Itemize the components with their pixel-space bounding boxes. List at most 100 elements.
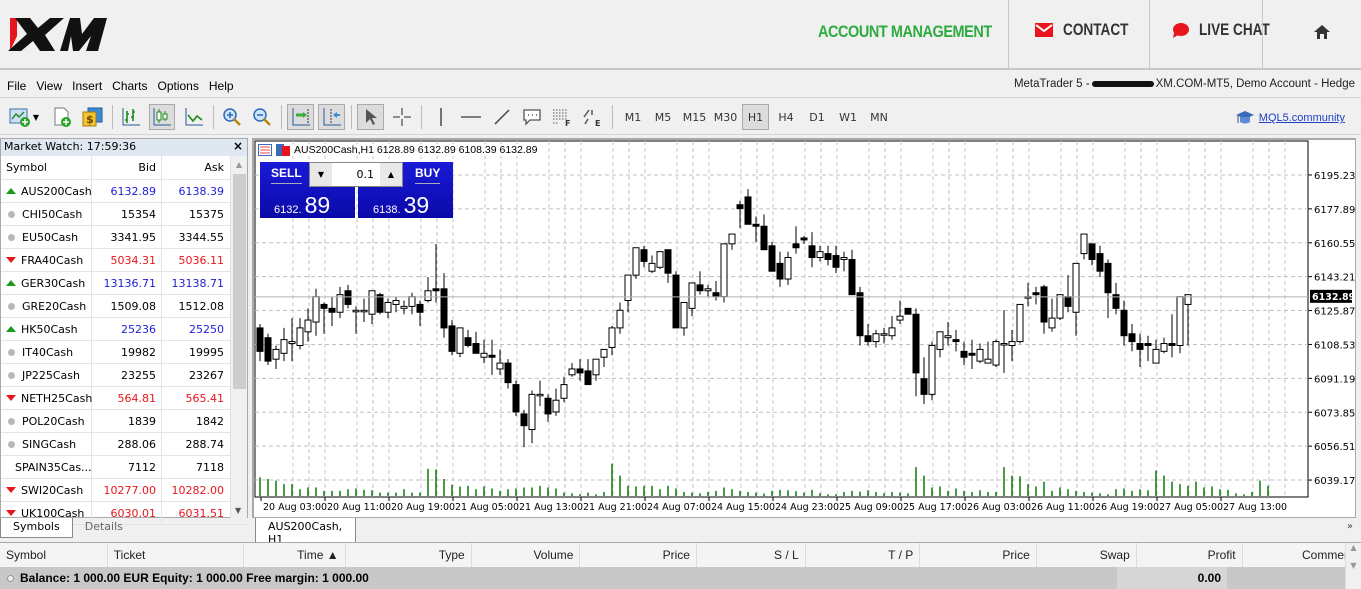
market-watch-row[interactable]: HK50Cash 25236 25250 xyxy=(1,318,247,341)
column-ticket[interactable]: Ticket xyxy=(108,543,244,567)
market-watch-row[interactable]: SINGCash 288.06 288.74 xyxy=(1,433,247,456)
arrow-down-icon xyxy=(6,257,16,263)
market-watch-row[interactable]: FRA40Cash 5034.31 5036.11 xyxy=(1,249,247,272)
home-link[interactable] xyxy=(1314,25,1330,39)
menu-insert[interactable]: Insert xyxy=(72,79,102,93)
live-chat-label: LIVE CHAT xyxy=(1199,20,1270,39)
timeframe-m15[interactable]: M15 xyxy=(680,104,709,130)
new-chart-button[interactable]: ▼ xyxy=(6,104,42,130)
column-sl[interactable]: S / L xyxy=(697,543,806,567)
candle-body xyxy=(632,247,640,276)
column-swap[interactable]: Swap xyxy=(1037,543,1137,567)
neutral-dot-icon xyxy=(8,302,15,310)
timeframe-h4[interactable]: H4 xyxy=(772,104,800,130)
fibonacci-button[interactable]: F xyxy=(549,104,575,130)
timeframe-m5[interactable]: M5 xyxy=(649,104,677,130)
market-watch-row[interactable]: IT40Cash 19982 19995 xyxy=(1,341,247,364)
market-watch-row[interactable]: POL20Cash 1839 1842 xyxy=(1,410,247,433)
menu-charts[interactable]: Charts xyxy=(112,79,147,93)
column-type[interactable]: Type xyxy=(346,543,472,567)
column-ask[interactable]: Ask xyxy=(162,156,230,179)
menu-file[interactable]: File xyxy=(7,79,26,93)
bar-chart-button[interactable] xyxy=(118,104,144,130)
zoom-in-button[interactable] xyxy=(219,104,245,130)
text-label-button[interactable] xyxy=(519,104,545,130)
market-watch-tabs: Symbols Details xyxy=(0,518,248,538)
timeframe-h1[interactable]: H1 xyxy=(742,104,769,130)
scroll-thumb[interactable] xyxy=(233,174,246,389)
column-time[interactable]: Time ▲ xyxy=(244,543,346,567)
market-watch-row[interactable]: AUS200Cash 6132.89 6138.39 xyxy=(1,180,247,203)
column-profit[interactable]: Profit xyxy=(1137,543,1243,567)
market-watch-row[interactable]: GRE20Cash 1509.08 1512.08 xyxy=(1,295,247,318)
scroll-down-icon[interactable]: ▼ xyxy=(235,506,241,515)
column-price[interactable]: Price xyxy=(920,543,1037,567)
more-tabs-icon[interactable]: » xyxy=(1347,521,1353,532)
y-tick-label: 6195.23 xyxy=(1314,171,1355,182)
arrow-down-icon xyxy=(6,395,16,401)
market-watch-row[interactable]: SWI20Cash 10277.00 10282.00 xyxy=(1,479,247,502)
timeframe-m30[interactable]: M30 xyxy=(711,104,740,130)
symbol-name: POL20Cash xyxy=(22,414,85,428)
menu-options[interactable]: Options xyxy=(158,79,199,93)
trading-button[interactable]: $ xyxy=(80,104,104,130)
account-management-link[interactable]: ACCOUNT MANAGEMENT xyxy=(818,22,992,42)
chart-shift-button[interactable] xyxy=(318,104,345,130)
column-bid[interactable]: Bid xyxy=(92,156,162,179)
bid-price: 25236 xyxy=(92,318,162,340)
elliott-wave-button[interactable]: E xyxy=(580,104,606,130)
column-price[interactable]: Price xyxy=(580,543,697,567)
contact-link[interactable]: CONTACT xyxy=(1035,20,1145,40)
horizontal-line-button[interactable] xyxy=(458,104,484,130)
candle-body xyxy=(480,352,488,358)
column-comment[interactable]: Comment xyxy=(1243,543,1361,567)
column-volume[interactable]: Volume xyxy=(472,543,581,567)
scroll-up-icon[interactable]: ▲ xyxy=(231,160,247,169)
new-order-button[interactable] xyxy=(50,104,74,130)
lot-decrease-button[interactable]: ▼ xyxy=(310,163,332,186)
market-watch-row[interactable]: SPAIN35Cas... 7112 7118 xyxy=(1,456,247,479)
timeframe-mn[interactable]: MN xyxy=(865,104,893,130)
bid-price: 5034.31 xyxy=(92,249,162,271)
market-watch-row[interactable]: EU50Cash 3341.95 3344.55 xyxy=(1,226,247,249)
autoscroll-button[interactable] xyxy=(287,104,314,130)
timeframe-w1[interactable]: W1 xyxy=(834,104,862,130)
svg-text:E: E xyxy=(595,119,600,127)
x-tick-label: 25 Aug 09:00 xyxy=(839,502,903,513)
ask-price: 10282.00 xyxy=(171,484,225,497)
cursor-button[interactable] xyxy=(357,104,384,130)
ask-price: 25250 xyxy=(189,323,224,336)
mql5-community-link[interactable]: MQL5.community xyxy=(1235,110,1345,126)
timeframe-d1[interactable]: D1 xyxy=(803,104,831,130)
candle-body xyxy=(344,290,352,305)
xm-logo[interactable] xyxy=(8,10,108,52)
column-tp[interactable]: T / P xyxy=(806,543,921,567)
market-watch-row[interactable]: CHI50Cash 15354 15375 xyxy=(1,203,247,226)
lot-size-stepper[interactable]: ▼ 0.1 ▲ xyxy=(309,162,403,187)
symbol-name: AUS200Cash xyxy=(21,184,92,198)
zoom-out-button[interactable] xyxy=(249,104,275,130)
tab-symbols[interactable]: Symbols xyxy=(0,518,73,538)
live-chat-link[interactable]: LIVE CHAT xyxy=(1172,20,1287,40)
market-watch-scrollbar[interactable]: ▲ ▼ xyxy=(230,156,247,518)
lot-size-input[interactable]: 0.1 xyxy=(332,163,380,186)
lot-increase-button[interactable]: ▲ xyxy=(380,163,402,186)
column-symbol[interactable]: Symbol xyxy=(1,156,92,179)
candle-body xyxy=(680,301,688,329)
crosshair-button[interactable] xyxy=(389,104,415,130)
menu-view[interactable]: View xyxy=(36,79,62,93)
close-icon[interactable]: × xyxy=(233,139,243,153)
trendline-button[interactable] xyxy=(489,104,515,130)
chart-window[interactable]: 6195.23 6177.89 6160.55 6143.21 6125.87 6108.… xyxy=(252,138,1356,518)
line-chart-button[interactable] xyxy=(181,104,207,130)
market-watch-row[interactable]: GER30Cash 13136.71 13138.71 xyxy=(1,272,247,295)
menu-help[interactable]: Help xyxy=(209,79,234,93)
column-symbol[interactable]: Symbol xyxy=(0,543,108,567)
terminal-scrollbar[interactable]: ▲ ▼ xyxy=(1345,543,1361,589)
tab-details[interactable]: Details xyxy=(73,518,135,538)
market-watch-row[interactable]: NETH25Cash 564.81 565.41 xyxy=(1,387,247,410)
timeframe-m1[interactable]: M1 xyxy=(619,104,647,130)
candlestick-chart-button[interactable] xyxy=(149,104,175,130)
market-watch-row[interactable]: JP225Cash 23255 23267 xyxy=(1,364,247,387)
vertical-line-button[interactable] xyxy=(428,104,454,130)
